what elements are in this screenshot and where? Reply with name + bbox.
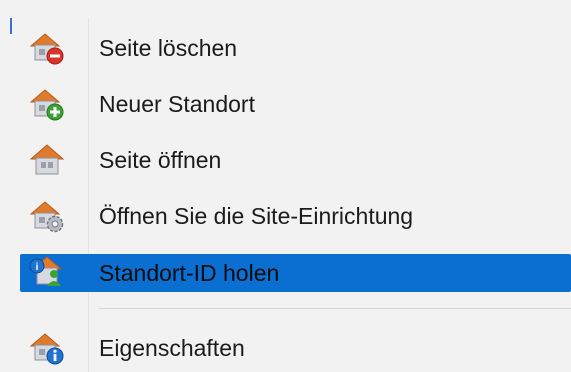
menu-item-properties[interactable]: Eigenschaften bbox=[0, 322, 571, 372]
house-user-id-icon: i bbox=[29, 256, 63, 286]
menu-item-label: Seite öffnen bbox=[99, 147, 222, 173]
menu-item-get-site-id[interactable]: i Standort-ID holen bbox=[0, 250, 571, 302]
menu-item-new-site[interactable]: Neuer Standort bbox=[0, 78, 571, 130]
menu-separator bbox=[99, 308, 571, 309]
house-delete-icon bbox=[29, 33, 64, 65]
svg-text:i: i bbox=[36, 262, 39, 273]
menu-item-label: Eigenschaften bbox=[99, 335, 245, 361]
house-add-icon bbox=[29, 89, 64, 121]
menu-item-label: Seite löschen bbox=[99, 35, 238, 61]
menu-item-delete-site[interactable]: Seite löschen bbox=[0, 22, 571, 74]
context-menu: Seite löschen Neuer Standort Seite öffne… bbox=[0, 0, 571, 372]
menu-item-label: Öffnen Sie die Site-Einrichtung bbox=[99, 203, 414, 229]
house-info-icon bbox=[29, 333, 64, 365]
house-settings-icon bbox=[29, 201, 64, 233]
menu-item-open-site-setup[interactable]: Öffnen Sie die Site-Einrichtung bbox=[0, 190, 571, 242]
menu-item-label: Neuer Standort bbox=[99, 91, 255, 117]
menu-item-open-site[interactable]: Seite öffnen bbox=[0, 134, 571, 186]
house-icon bbox=[29, 144, 65, 175]
menu-item-label: Standort-ID holen bbox=[99, 260, 280, 286]
